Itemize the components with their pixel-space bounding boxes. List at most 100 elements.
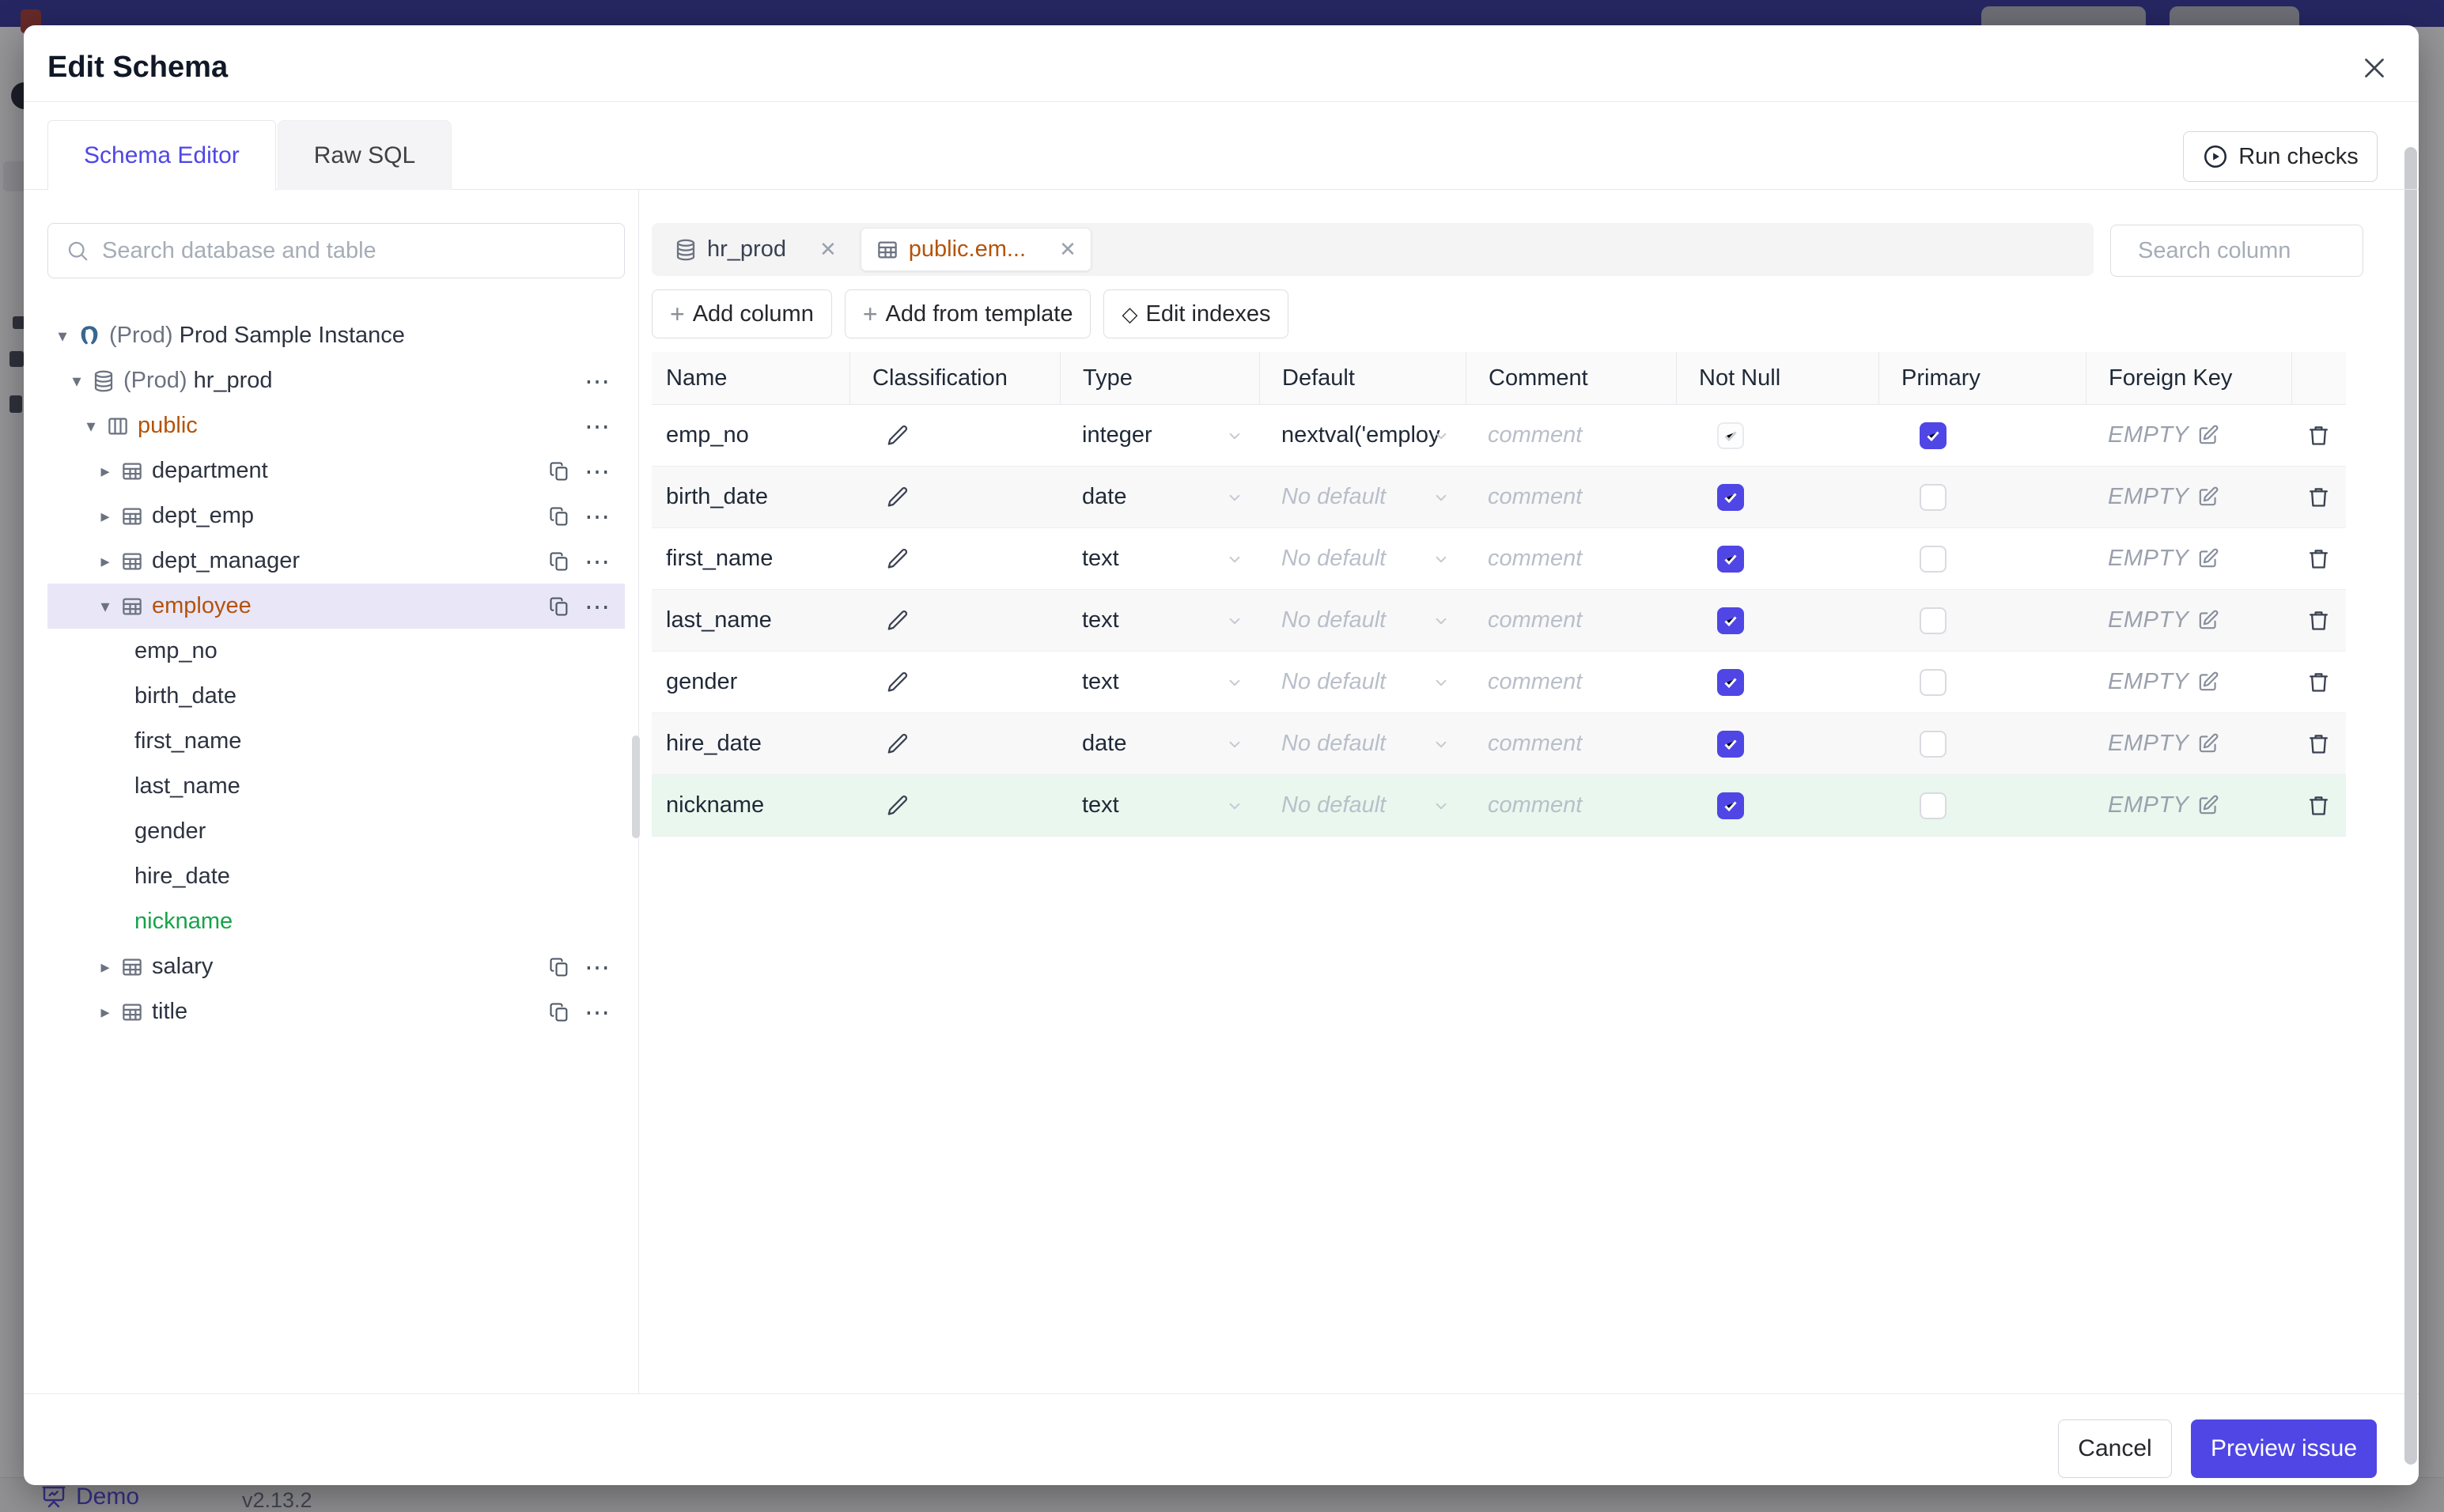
type-select[interactable]: integer: [1060, 405, 1259, 466]
trash-icon[interactable]: [2306, 793, 2331, 818]
tree-item-dept_manager[interactable]: ▸ dept_manager ⋯: [47, 539, 625, 584]
type-select[interactable]: text: [1060, 590, 1259, 651]
tree-item-first_name[interactable]: first_name: [47, 719, 625, 764]
column-name[interactable]: birth_date: [652, 467, 849, 527]
trash-icon[interactable]: [2306, 670, 2331, 694]
type-select[interactable]: text: [1060, 528, 1259, 589]
trash-icon[interactable]: [2306, 546, 2331, 571]
not-null-checkbox[interactable]: [1717, 668, 1744, 696]
column-name[interactable]: emp_no: [652, 405, 849, 466]
caret-right-icon[interactable]: ▸: [96, 506, 114, 527]
default-select[interactable]: No default: [1259, 590, 1466, 651]
trash-icon[interactable]: [2306, 731, 2331, 756]
type-select[interactable]: text: [1060, 652, 1259, 713]
caret-down-icon[interactable]: ▾: [82, 416, 100, 437]
type-select[interactable]: date: [1060, 713, 1259, 774]
copy-icon[interactable]: [548, 550, 570, 573]
comment-input[interactable]: comment: [1466, 652, 1676, 713]
pencil-icon[interactable]: [886, 609, 910, 633]
column-name[interactable]: last_name: [652, 590, 849, 651]
comment-input[interactable]: comment: [1466, 713, 1676, 774]
comment-input[interactable]: comment: [1466, 590, 1676, 651]
foreign-key-button[interactable]: EMPTY: [2086, 528, 2291, 589]
tree-item-gender[interactable]: gender: [47, 809, 625, 854]
primary-checkbox[interactable]: [1920, 792, 1946, 819]
default-select[interactable]: No default: [1259, 528, 1466, 589]
caret-right-icon[interactable]: ▸: [96, 461, 114, 482]
foreign-key-button[interactable]: EMPTY: [2086, 713, 2291, 774]
comment-input[interactable]: comment: [1466, 528, 1676, 589]
column-search-input[interactable]: [2136, 236, 2419, 265]
tree-item-hr_prod[interactable]: ▾ (Prod) hr_prod ⋯: [47, 358, 625, 403]
tree-scrollbar[interactable]: [632, 735, 640, 838]
tree-item-department[interactable]: ▸ department ⋯: [47, 448, 625, 493]
type-select[interactable]: text: [1060, 775, 1259, 836]
edit-indexes-button[interactable]: ◇ Edit indexes: [1103, 289, 1289, 338]
modal-scrollbar[interactable]: [2404, 147, 2417, 1465]
pencil-icon[interactable]: [886, 794, 910, 818]
default-select[interactable]: No default: [1259, 652, 1466, 713]
primary-checkbox[interactable]: [1920, 730, 1946, 758]
more-menu-icon[interactable]: ⋯: [585, 459, 611, 484]
pencil-icon[interactable]: [886, 486, 910, 509]
tree-item-title[interactable]: ▸ title ⋯: [47, 989, 625, 1034]
pencil-icon[interactable]: [886, 732, 910, 756]
not-null-checkbox[interactable]: [1717, 545, 1744, 573]
type-select[interactable]: date: [1060, 467, 1259, 527]
tree-item-birth_date[interactable]: birth_date: [47, 674, 625, 719]
caret-right-icon[interactable]: ▸: [96, 551, 114, 572]
copy-icon[interactable]: [548, 505, 570, 527]
tree-item-dept_emp[interactable]: ▸ dept_emp ⋯: [47, 493, 625, 539]
not-null-checkbox[interactable]: [1717, 730, 1744, 758]
pencil-icon[interactable]: [886, 547, 910, 571]
not-null-checkbox[interactable]: [1717, 607, 1744, 634]
column-name[interactable]: nickname: [652, 775, 849, 836]
close-button[interactable]: [2355, 49, 2393, 87]
default-select[interactable]: No default: [1259, 775, 1466, 836]
foreign-key-button[interactable]: EMPTY: [2086, 775, 2291, 836]
primary-checkbox[interactable]: [1920, 668, 1946, 696]
caret-right-icon[interactable]: ▸: [96, 1002, 114, 1022]
foreign-key-button[interactable]: EMPTY: [2086, 467, 2291, 527]
add-column-button[interactable]: + Add column: [652, 289, 832, 338]
tree-item-last_name[interactable]: last_name: [47, 764, 625, 809]
tree-search-input[interactable]: [100, 236, 624, 265]
tree-item-employee[interactable]: ▾ employee ⋯: [47, 584, 625, 629]
copy-icon[interactable]: [548, 460, 570, 482]
not-null-checkbox[interactable]: [1717, 792, 1744, 819]
tab-schema-editor[interactable]: Schema Editor: [47, 120, 276, 191]
close-icon[interactable]: ✕: [1059, 237, 1076, 262]
foreign-key-button[interactable]: EMPTY: [2086, 590, 2291, 651]
copy-icon[interactable]: [548, 595, 570, 618]
run-checks-button[interactable]: Run checks: [2183, 131, 2378, 182]
caret-right-icon[interactable]: ▸: [96, 957, 114, 977]
default-select[interactable]: nextval('employ: [1259, 405, 1466, 466]
tree-item-salary[interactable]: ▸ salary ⋯: [47, 944, 625, 989]
pencil-icon[interactable]: [886, 671, 910, 694]
preview-issue-button[interactable]: Preview issue: [2191, 1419, 2377, 1478]
tab-chip-public-employee[interactable]: public.em... ✕: [860, 228, 1091, 271]
tree-item-nickname[interactable]: nickname: [47, 899, 625, 944]
copy-icon[interactable]: [548, 956, 570, 978]
tab-raw-sql[interactable]: Raw SQL: [277, 120, 452, 190]
more-menu-icon[interactable]: ⋯: [585, 504, 611, 529]
close-icon[interactable]: ✕: [819, 237, 837, 262]
column-name[interactable]: first_name: [652, 528, 849, 589]
foreign-key-button[interactable]: EMPTY: [2086, 405, 2291, 466]
not-null-checkbox[interactable]: [1717, 421, 1744, 449]
comment-input[interactable]: comment: [1466, 405, 1676, 466]
comment-input[interactable]: comment: [1466, 467, 1676, 527]
primary-checkbox[interactable]: [1920, 545, 1946, 573]
trash-icon[interactable]: [2306, 608, 2331, 633]
more-menu-icon[interactable]: ⋯: [585, 954, 611, 980]
primary-checkbox[interactable]: [1920, 483, 1946, 511]
add-from-template-button[interactable]: + Add from template: [844, 289, 1091, 338]
tab-chip-hr-prod[interactable]: hr_prod ✕: [660, 229, 851, 270]
more-menu-icon[interactable]: ⋯: [585, 414, 611, 439]
comment-input[interactable]: comment: [1466, 775, 1676, 836]
column-name[interactable]: gender: [652, 652, 849, 713]
tree-item-public[interactable]: ▾ public ⋯: [47, 403, 625, 448]
caret-down-icon[interactable]: ▾: [54, 326, 71, 346]
trash-icon[interactable]: [2306, 423, 2331, 448]
default-select[interactable]: No default: [1259, 467, 1466, 527]
